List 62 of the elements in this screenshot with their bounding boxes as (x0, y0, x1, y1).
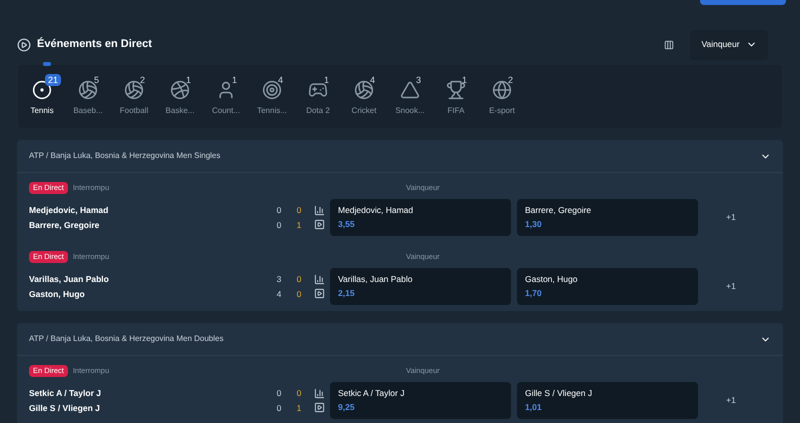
player-name: Gille S / Vliegen J (29, 402, 101, 414)
video-icon[interactable] (314, 402, 324, 413)
play-icon (17, 38, 31, 52)
game-score: 0 (296, 204, 302, 216)
sport-count: 1 (185, 74, 192, 86)
sport-tab[interactable]: 1 Baske... (157, 72, 203, 121)
sport-count: 5 (93, 74, 100, 86)
odds-button[interactable]: Setkic A / Taylor J 9,25 (330, 382, 511, 419)
sport-tab[interactable]: 21 Tennis (19, 72, 65, 121)
sport-count: 4 (369, 74, 376, 86)
set-score: 0 (276, 387, 282, 399)
sport-count: 2 (139, 74, 146, 86)
sport-count: 21 (45, 74, 62, 86)
market-dropdown[interactable]: Vainqueur (690, 30, 768, 60)
stats-icon[interactable] (314, 274, 324, 285)
more-markets-button[interactable]: +1 (718, 211, 744, 224)
stats-icon[interactable] (314, 388, 324, 399)
set-score: 0 (276, 402, 282, 414)
set-score: 3 (276, 273, 282, 285)
sport-count: 1 (461, 74, 468, 86)
player-name: Setkic A / Taylor J (29, 387, 102, 399)
odds-button[interactable]: Varillas, Juan Pablo 2,15 (330, 268, 511, 305)
sport-tab[interactable]: 3 Snook... (387, 72, 433, 121)
odds-button[interactable]: Medjedovic, Hamad 3,55 (330, 199, 511, 236)
player-name: Medjedovic, Hamad (29, 204, 110, 216)
set-score: 0 (276, 219, 282, 231)
game-score: 0 (296, 273, 302, 285)
sport-count: 4 (277, 74, 284, 86)
odds-button[interactable]: Gille S / Vliegen J 1,01 (517, 382, 698, 419)
sport-count: 2 (507, 74, 514, 86)
sport-tab[interactable]: 2 E-sport (479, 72, 525, 121)
sport-tab[interactable]: 1 FIFA (433, 72, 479, 121)
sport-count: 1 (323, 74, 330, 86)
columns-icon[interactable] (664, 40, 674, 50)
sport-tab[interactable]: 2 Football (111, 72, 157, 121)
game-score: 1 (296, 219, 302, 231)
video-icon[interactable] (314, 288, 324, 299)
sport-tab[interactable]: 4 Tennis... (249, 72, 295, 121)
player-name: Gaston, Hugo (29, 288, 86, 300)
more-markets-button[interactable]: +1 (718, 280, 744, 293)
game-score: 0 (296, 288, 302, 300)
section-title: Événements en Direct (37, 36, 152, 52)
sport-count: 3 (415, 74, 422, 86)
tab-indicator (43, 62, 51, 66)
game-score: 0 (296, 387, 302, 399)
sport-count: 1 (231, 74, 238, 86)
sport-tab[interactable]: 1 Count... (203, 72, 249, 121)
sport-tab[interactable]: 4 Cricket (341, 72, 387, 121)
game-score: 1 (296, 402, 302, 414)
competition-title: ATP / Banja Luka, Bosnia & Herzegovina Men Doubles (29, 333, 224, 345)
competition-title: ATP / Banja Luka, Bosnia & Herzegovina Men Singles (29, 150, 220, 162)
stats-icon[interactable] (314, 205, 324, 216)
video-icon[interactable] (314, 219, 324, 230)
more-markets-button[interactable]: +1 (718, 394, 744, 407)
player-name: Barrere, Gregoire (29, 219, 100, 231)
odds-button[interactable]: Barrere, Gregoire 1,30 (517, 199, 698, 236)
sport-tab[interactable]: 5 Baseb... (65, 72, 111, 121)
set-score: 0 (276, 204, 282, 216)
odds-button[interactable]: Gaston, Hugo 1,70 (517, 268, 698, 305)
player-name: Varillas, Juan Pablo (29, 273, 110, 285)
set-score: 4 (276, 288, 282, 300)
sport-tab[interactable]: 1 Dota 2 (295, 72, 341, 121)
